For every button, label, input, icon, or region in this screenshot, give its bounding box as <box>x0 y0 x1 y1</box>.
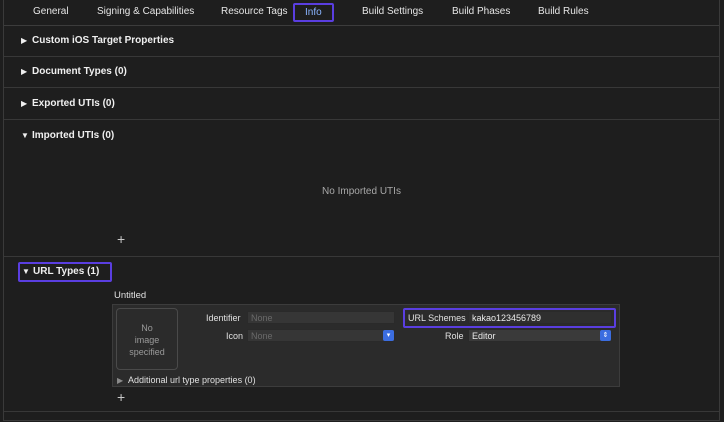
icon-placeholder: None <box>251 331 273 341</box>
url-schemes-value: kakao123456789 <box>472 313 542 323</box>
url-schemes-label: URL Schemes <box>408 313 466 323</box>
info-editor: General Signing & Capabilities Resource … <box>3 0 720 421</box>
add-imported-uti-plus-icon[interactable]: + <box>117 231 125 247</box>
tab-general[interactable]: General <box>33 6 69 17</box>
tab-build-phases[interactable]: Build Phases <box>452 6 510 17</box>
role-label: Role <box>445 331 464 341</box>
section-custom-ios: ▶ Custom iOS Target Properties <box>4 26 719 57</box>
disclosure-triangle-icon[interactable]: ▼ <box>21 131 32 140</box>
section-document-types-label: Document Types (0) <box>32 66 127 77</box>
tab-build-settings[interactable]: Build Settings <box>362 6 423 17</box>
url-type-image-well[interactable]: No image specified <box>116 308 178 370</box>
section-imported-utis: ▼ Imported UTIs (0) No Imported UTIs + <box>4 120 719 257</box>
section-exported-utis-label: Exported UTIs (0) <box>32 98 115 109</box>
tab-info[interactable]: Info <box>293 3 334 22</box>
image-placeholder-line2: image <box>134 335 160 345</box>
imported-utis-empty-message: No Imported UTIs <box>322 186 401 197</box>
tab-resource-tags[interactable]: Resource Tags <box>221 6 288 17</box>
section-document-types-header[interactable]: ▶ Document Types (0) <box>21 66 127 77</box>
identifier-field[interactable]: None <box>247 311 395 324</box>
icon-popup[interactable]: None ▾ <box>247 329 395 342</box>
disclosure-triangle-icon[interactable]: ▶ <box>21 67 32 76</box>
role-value: Editor <box>472 331 496 341</box>
chevron-down-icon: ▾ <box>383 330 394 341</box>
section-exported-utis: ▶ Exported UTIs (0) <box>4 88 719 120</box>
chevron-updown-icon: ⇕ <box>600 330 611 341</box>
additional-properties-label: Additional url type properties (0) <box>128 375 256 385</box>
url-type-title: Untitled <box>114 290 147 301</box>
url-schemes-field[interactable]: kakao123456789 <box>468 311 612 324</box>
editor-tab-bar: General Signing & Capabilities Resource … <box>4 0 719 26</box>
additional-properties-row[interactable]: ▶ Additional url type properties (0) <box>117 375 256 385</box>
image-placeholder-line3: specified <box>129 347 165 357</box>
tab-build-rules[interactable]: Build Rules <box>538 6 589 17</box>
section-custom-ios-header[interactable]: ▶ Custom iOS Target Properties <box>21 35 174 46</box>
section-exported-utis-header[interactable]: ▶ Exported UTIs (0) <box>21 98 115 109</box>
tab-signing-capabilities[interactable]: Signing & Capabilities <box>97 6 194 17</box>
icon-label: Icon <box>226 331 244 341</box>
role-popup[interactable]: Editor ⇕ <box>468 329 612 342</box>
section-custom-ios-label: Custom iOS Target Properties <box>32 35 175 46</box>
image-placeholder-line1: No <box>141 323 153 333</box>
section-document-types: ▶ Document Types (0) <box>4 57 719 88</box>
add-url-type-plus-icon[interactable]: + <box>117 389 125 405</box>
disclosure-triangle-icon[interactable]: ▶ <box>117 376 128 385</box>
section-url-types-label: URL Types (1) <box>33 266 100 277</box>
section-url-types-header[interactable]: ▼ URL Types (1) <box>22 266 99 277</box>
section-imported-utis-header[interactable]: ▼ Imported UTIs (0) <box>21 130 114 141</box>
identifier-label: Identifier <box>206 313 241 323</box>
disclosure-triangle-icon[interactable]: ▶ <box>21 99 32 108</box>
disclosure-triangle-icon[interactable]: ▼ <box>22 267 33 276</box>
section-imported-utis-label: Imported UTIs (0) <box>32 130 115 141</box>
disclosure-triangle-icon[interactable]: ▶ <box>21 36 32 45</box>
identifier-placeholder: None <box>251 313 273 323</box>
